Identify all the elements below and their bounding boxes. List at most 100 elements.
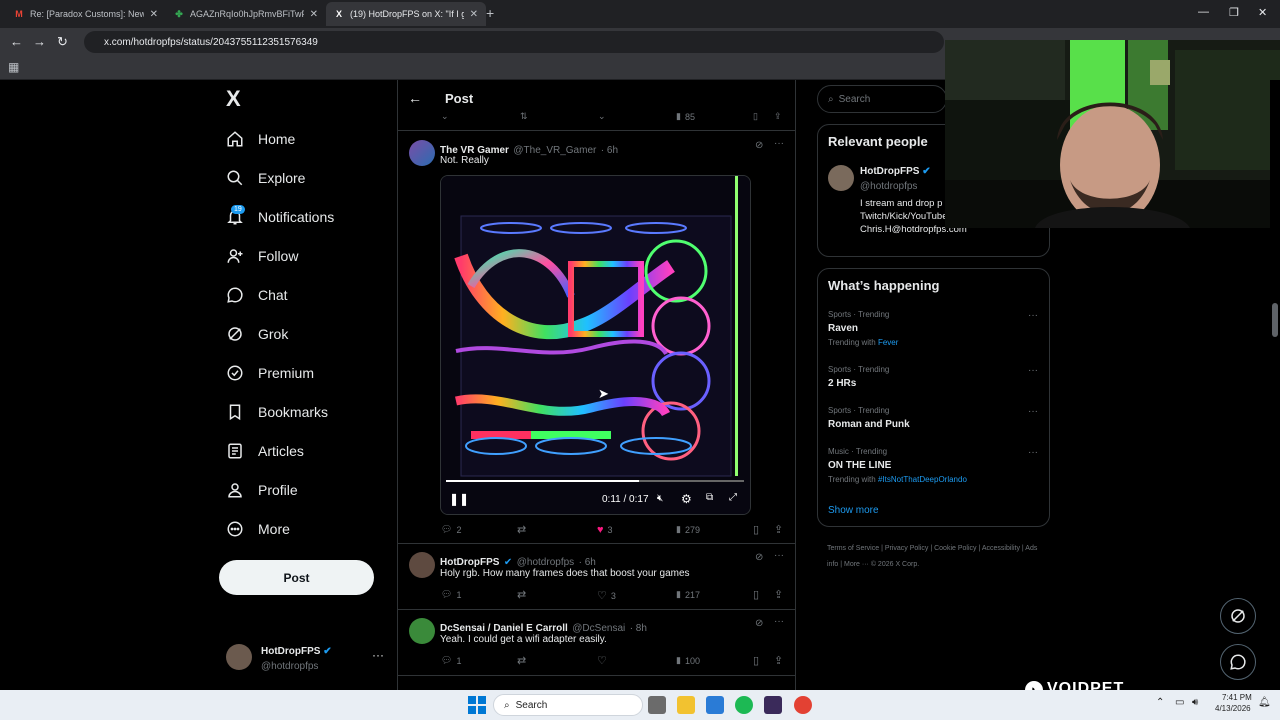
url-field[interactable]: x.com/hotdropfps/status/2043755112351576… bbox=[84, 31, 944, 53]
bookmark-icon[interactable]: ▯ bbox=[753, 523, 759, 536]
nav-item-bookmarks[interactable]: Bookmarks bbox=[226, 400, 328, 424]
spotify-icon[interactable] bbox=[735, 696, 753, 714]
browser-tab-3[interactable]: X (19) HotDropFPS on X: "If I gave ✕ bbox=[326, 2, 486, 26]
tweet-avatar[interactable] bbox=[409, 140, 435, 166]
apps-grid-icon[interactable]: ▦ bbox=[8, 60, 19, 74]
views-stat[interactable]: ▮ 217 bbox=[676, 589, 700, 600]
nav-item-profile[interactable]: Profile bbox=[226, 478, 298, 502]
views-stat[interactable]: ▮ 279 bbox=[676, 524, 700, 535]
share-icon[interactable]: ⇪ bbox=[774, 654, 783, 667]
nav-item-explore[interactable]: Explore bbox=[226, 166, 305, 190]
share-icon[interactable]: ⇪ bbox=[774, 111, 782, 122]
settings-gear-icon[interactable]: ⚙ bbox=[681, 492, 692, 506]
nav-item-premium[interactable]: Premium bbox=[226, 361, 314, 385]
tweet-video[interactable] bbox=[440, 175, 751, 515]
reply-avatar[interactable] bbox=[409, 618, 435, 644]
like-icon[interactable]: ⌄ bbox=[598, 111, 606, 122]
fullscreen-icon[interactable]: ⤢ bbox=[729, 492, 737, 503]
reply-stat[interactable]: 💬︎ 1 bbox=[441, 589, 461, 600]
bookmark-icon[interactable]: ▯ bbox=[753, 654, 759, 667]
reply-author-name[interactable]: HotDropFPS bbox=[440, 557, 499, 568]
reply-icon[interactable]: ⌄ bbox=[441, 111, 449, 122]
retweet-icon[interactable]: ⇄ bbox=[517, 588, 526, 601]
messages-fab[interactable] bbox=[1220, 644, 1256, 680]
nav-item-articles[interactable]: Articles bbox=[226, 439, 304, 463]
close-tab-icon[interactable]: ✕ bbox=[150, 9, 158, 20]
reply-more-icon[interactable]: ··· bbox=[774, 616, 784, 627]
task-view-icon[interactable] bbox=[648, 696, 666, 714]
trend-more-icon[interactable]: ··· bbox=[1028, 310, 1038, 321]
show-more-link[interactable]: Show more bbox=[828, 505, 879, 516]
account-avatar[interactable] bbox=[226, 644, 252, 670]
reply-avatar[interactable] bbox=[409, 552, 435, 578]
windows-start-icon[interactable] bbox=[468, 696, 486, 714]
new-tab-button[interactable]: + bbox=[486, 5, 494, 21]
x-logo[interactable]: X bbox=[226, 86, 241, 112]
browser-tab-1[interactable]: M Re: [Paradox Customs]: New or ✕ bbox=[6, 2, 166, 26]
grok-icon[interactable]: ⊘ bbox=[755, 140, 763, 151]
scrollbar[interactable] bbox=[1270, 80, 1280, 690]
bookmark-icon[interactable]: ▯ bbox=[753, 588, 759, 601]
forward-icon[interactable]: → bbox=[33, 34, 46, 49]
tweet-author-handle[interactable]: @The_VR_Gamer bbox=[513, 145, 596, 156]
file-explorer-icon[interactable] bbox=[677, 696, 695, 714]
retweet-icon[interactable]: ⇅ bbox=[520, 111, 528, 122]
relevant-name[interactable]: HotDropFPS ✔ bbox=[860, 166, 931, 177]
nav-item-more[interactable]: More bbox=[226, 517, 290, 541]
close-tab-icon[interactable]: ✕ bbox=[310, 9, 318, 20]
relevant-avatar[interactable] bbox=[828, 165, 854, 191]
back-arrow-icon[interactable]: ← bbox=[408, 90, 422, 106]
reply-stat[interactable]: 💬︎ 1 bbox=[441, 655, 461, 666]
trend-more-icon[interactable]: ··· bbox=[1028, 365, 1038, 376]
like-stat[interactable]: ♥ 3 bbox=[597, 524, 613, 536]
maximize-icon[interactable]: ❐ bbox=[1229, 6, 1239, 19]
close-window-icon[interactable]: ✕ bbox=[1258, 6, 1267, 19]
grok-icon[interactable]: ⊘ bbox=[755, 552, 763, 563]
share-icon[interactable]: ⇪ bbox=[774, 523, 783, 536]
trend-item[interactable]: Sports · Trending 2 HRs bbox=[828, 365, 889, 389]
search-input[interactable]: ⌕ Search bbox=[817, 85, 947, 113]
footer-links[interactable]: Terms of Service | Privacy Policy | Cook… bbox=[827, 541, 1042, 573]
like-stat[interactable]: ♡ 3 bbox=[597, 589, 616, 602]
network-icon[interactable]: ▭ bbox=[1175, 697, 1184, 708]
grok-icon[interactable]: ⊘ bbox=[755, 618, 763, 629]
reply-more-icon[interactable]: ··· bbox=[774, 550, 784, 561]
nav-item-follow[interactable]: Follow bbox=[226, 244, 298, 268]
scrollbar-thumb[interactable] bbox=[1272, 303, 1278, 337]
clock-date[interactable]: 4/13/2026 bbox=[1215, 704, 1251, 713]
pause-icon[interactable]: ❚❚ bbox=[449, 492, 469, 506]
account-more-icon[interactable]: ··· bbox=[372, 648, 384, 662]
trend-item[interactable]: Sports · Trending Raven Trending with Fe… bbox=[828, 310, 898, 347]
nav-item-home[interactable]: Home bbox=[226, 127, 295, 151]
reload-icon[interactable]: ↻ bbox=[57, 34, 68, 50]
reply-author-handle[interactable]: @DcSensai bbox=[572, 623, 625, 634]
tray-chevron-icon[interactable]: ⌃ bbox=[1156, 697, 1164, 708]
notepad-icon[interactable] bbox=[706, 696, 724, 714]
trend-more-icon[interactable]: ··· bbox=[1028, 447, 1038, 458]
reply-author-handle[interactable]: @hotdropfps bbox=[517, 557, 574, 568]
volume-icon[interactable]: 🔊︎ bbox=[1192, 697, 1198, 708]
grok-fab[interactable] bbox=[1220, 598, 1256, 634]
tweet-more-icon[interactable]: ··· bbox=[774, 138, 784, 149]
relevant-handle[interactable]: @hotdropfps bbox=[860, 181, 917, 192]
notification-bell-icon[interactable]: 🔔︎ bbox=[1258, 697, 1271, 708]
retweet-icon[interactable]: ⇄ bbox=[517, 523, 526, 536]
tweet-time[interactable]: · 6h bbox=[601, 145, 618, 156]
reply-stat[interactable]: 💬︎ 2 bbox=[441, 524, 461, 535]
browser-tab-2[interactable]: ✤ AGAZnRqIo0hJpRmvBFiTwPZd ✕ bbox=[166, 2, 326, 26]
reply-time[interactable]: · 8h bbox=[630, 623, 647, 634]
trend-item[interactable]: Music · Trending ON THE LINE Trending wi… bbox=[828, 447, 967, 484]
reply-author-name[interactable]: DcSensai / Daniel E Carroll bbox=[440, 623, 568, 634]
close-tab-icon[interactable]: ✕ bbox=[470, 9, 478, 20]
picture-in-picture-icon[interactable]: ⧉ bbox=[706, 492, 713, 503]
views-stat[interactable]: ▮ 85 bbox=[676, 111, 695, 122]
bookmark-icon[interactable]: ▯ bbox=[753, 111, 758, 122]
views-stat[interactable]: ▮ 100 bbox=[676, 655, 700, 666]
minimize-icon[interactable]: — bbox=[1198, 6, 1209, 18]
retweet-icon[interactable]: ⇄ bbox=[517, 654, 526, 667]
account-name[interactable]: HotDropFPS ✔ bbox=[261, 646, 332, 657]
chrome-icon[interactable] bbox=[794, 696, 812, 714]
nav-item-grok[interactable]: Grok bbox=[226, 322, 288, 346]
trend-item[interactable]: Sports · Trending Roman and Punk bbox=[828, 406, 910, 430]
heart-icon[interactable]: ♡ bbox=[597, 654, 607, 667]
